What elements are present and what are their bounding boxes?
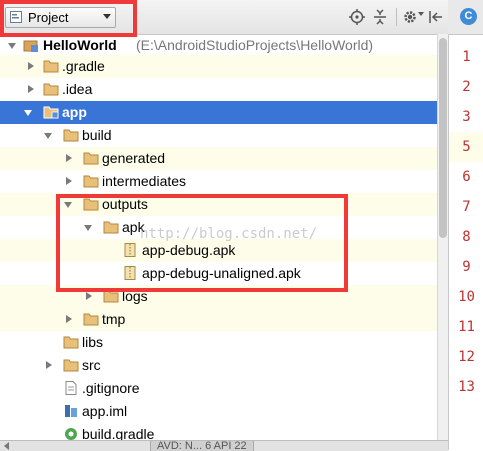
folder-icon xyxy=(63,336,79,349)
text-file-icon xyxy=(65,381,77,395)
tree-row-app-iml[interactable]: app.iml xyxy=(0,400,437,423)
archive-file-icon xyxy=(124,266,136,280)
tree-row-gradle-dir[interactable]: .gradle xyxy=(0,55,437,78)
tree-item-label: logs xyxy=(122,288,148,304)
tree-row-outputs-dir[interactable]: outputs xyxy=(0,193,437,216)
expand-arrow-icon[interactable] xyxy=(28,62,34,70)
line-number: 7 xyxy=(462,199,471,215)
scrollbar-thumb[interactable] xyxy=(439,38,447,238)
tree-row-gitignore[interactable]: .gitignore xyxy=(0,377,437,400)
tree-item-label: tmp xyxy=(102,311,126,327)
expand-arrow-icon[interactable] xyxy=(44,133,52,139)
expand-arrow-icon[interactable] xyxy=(8,43,16,49)
module-folder-icon xyxy=(43,106,59,119)
tree-row-build-dir[interactable]: build xyxy=(0,124,437,147)
tree-row-tmp-dir[interactable]: tmp xyxy=(0,308,437,331)
tree-row-generated-dir[interactable]: generated xyxy=(0,147,437,170)
folder-icon xyxy=(83,313,99,326)
line-number: 6 xyxy=(462,169,471,185)
tree-item-label: outputs xyxy=(102,196,148,212)
line-number: 12 xyxy=(458,349,475,365)
folder-icon xyxy=(63,359,79,372)
tree-row-build-gradle[interactable]: build.gradle xyxy=(0,423,437,440)
tree-row-app-debug-unaligned-apk[interactable]: app-debug-unaligned.apk xyxy=(0,262,437,285)
class-file-icon[interactable]: C xyxy=(460,8,477,25)
scroll-left-icon[interactable] xyxy=(4,442,9,450)
tree-item-label: build xyxy=(82,127,112,143)
line-number: 13 xyxy=(458,379,475,395)
line-number: 9 xyxy=(462,259,471,275)
tree-scrollbar[interactable] xyxy=(437,34,448,440)
tree-item-label: .gradle xyxy=(62,58,105,74)
expand-arrow-icon[interactable] xyxy=(64,202,72,208)
view-selector-dropdown[interactable]: Project xyxy=(5,7,116,28)
chevron-down-icon xyxy=(103,14,111,19)
hide-panel-icon[interactable] xyxy=(428,9,444,25)
expand-arrow-icon[interactable] xyxy=(66,177,72,185)
folder-icon xyxy=(43,60,59,73)
tree-row-idea-dir[interactable]: .idea xyxy=(0,78,437,101)
folder-icon xyxy=(83,152,99,165)
tree-row-libs-dir[interactable]: libs xyxy=(0,331,437,354)
bottom-toolbar: AVD: N... 6 API 22 xyxy=(0,440,448,451)
tree-item-label: src xyxy=(82,357,101,373)
tree-row-src-dir[interactable]: src xyxy=(0,354,437,377)
folder-icon xyxy=(43,83,59,96)
editor-gutter: 1 2 3 5 6 7 8 9 10 11 12 13 xyxy=(448,35,483,450)
line-number: 1 xyxy=(462,49,471,65)
line-number: 8 xyxy=(462,229,471,245)
tree-row-intermediates-dir[interactable]: intermediates xyxy=(0,170,437,193)
gradle-file-icon xyxy=(65,428,77,440)
expand-arrow-icon[interactable] xyxy=(28,85,34,93)
gear-dropdown-caret-icon xyxy=(418,12,424,16)
line-number: 2 xyxy=(462,79,471,95)
expand-arrow-icon[interactable] xyxy=(46,361,52,369)
folder-icon xyxy=(63,129,79,142)
device-selector[interactable]: AVD: N... 6 API 22 xyxy=(150,441,254,451)
folder-icon xyxy=(83,175,99,188)
tree-item-label: .idea xyxy=(62,81,93,97)
tree-item-label: intermediates xyxy=(102,173,187,189)
project-tree: HelloWorld (E:\AndroidStudioProjects\Hel… xyxy=(0,34,437,440)
expand-arrow-icon[interactable] xyxy=(86,292,92,300)
tree-item-label: build.gradle xyxy=(82,426,155,440)
expand-arrow-icon[interactable] xyxy=(66,315,72,323)
expand-arrow-icon[interactable] xyxy=(24,110,32,116)
tree-item-label: app-debug-unaligned.apk xyxy=(142,265,301,281)
tree-item-label: generated xyxy=(102,150,166,166)
tree-row-apk-dir[interactable]: apk xyxy=(0,216,437,239)
tree-item-label: libs xyxy=(82,334,104,350)
folder-icon xyxy=(103,290,119,303)
folder-icon xyxy=(103,221,119,234)
tree-row-app-module[interactable]: app xyxy=(0,101,437,124)
tree-item-label: .gitignore xyxy=(82,380,140,396)
tree-item-label: app xyxy=(62,104,87,120)
collapse-all-icon[interactable] xyxy=(372,9,388,25)
project-toolbar: Project xyxy=(0,0,448,35)
expand-arrow-icon[interactable] xyxy=(84,225,92,231)
line-number: 11 xyxy=(458,319,475,335)
expand-arrow-icon[interactable] xyxy=(66,154,72,162)
line-number: 10 xyxy=(458,289,475,305)
tree-item-label: app.iml xyxy=(82,403,128,419)
tree-item-label: app-debug.apk xyxy=(142,242,236,258)
project-name: HelloWorld xyxy=(43,37,117,53)
view-selector-label: Project xyxy=(28,10,69,25)
module-file-icon xyxy=(65,405,77,417)
tree-row-root[interactable]: HelloWorld (E:\AndroidStudioProjects\Hel… xyxy=(0,34,437,57)
project-root-icon xyxy=(23,40,38,52)
archive-file-icon xyxy=(124,243,136,257)
crosshair-icon[interactable] xyxy=(349,9,365,25)
folder-icon xyxy=(83,198,99,211)
toolbar-separator xyxy=(396,8,397,26)
project-path: (E:\AndroidStudioProjects\HelloWorld) xyxy=(136,37,374,53)
tree-item-label: apk xyxy=(122,219,145,235)
tree-row-logs-dir[interactable]: logs xyxy=(0,285,437,308)
project-view-icon xyxy=(10,11,22,23)
line-number: 5 xyxy=(449,132,483,162)
tree-row-app-debug-apk[interactable]: app-debug.apk xyxy=(0,239,437,262)
gear-icon[interactable] xyxy=(402,9,418,25)
line-number: 3 xyxy=(462,109,471,125)
